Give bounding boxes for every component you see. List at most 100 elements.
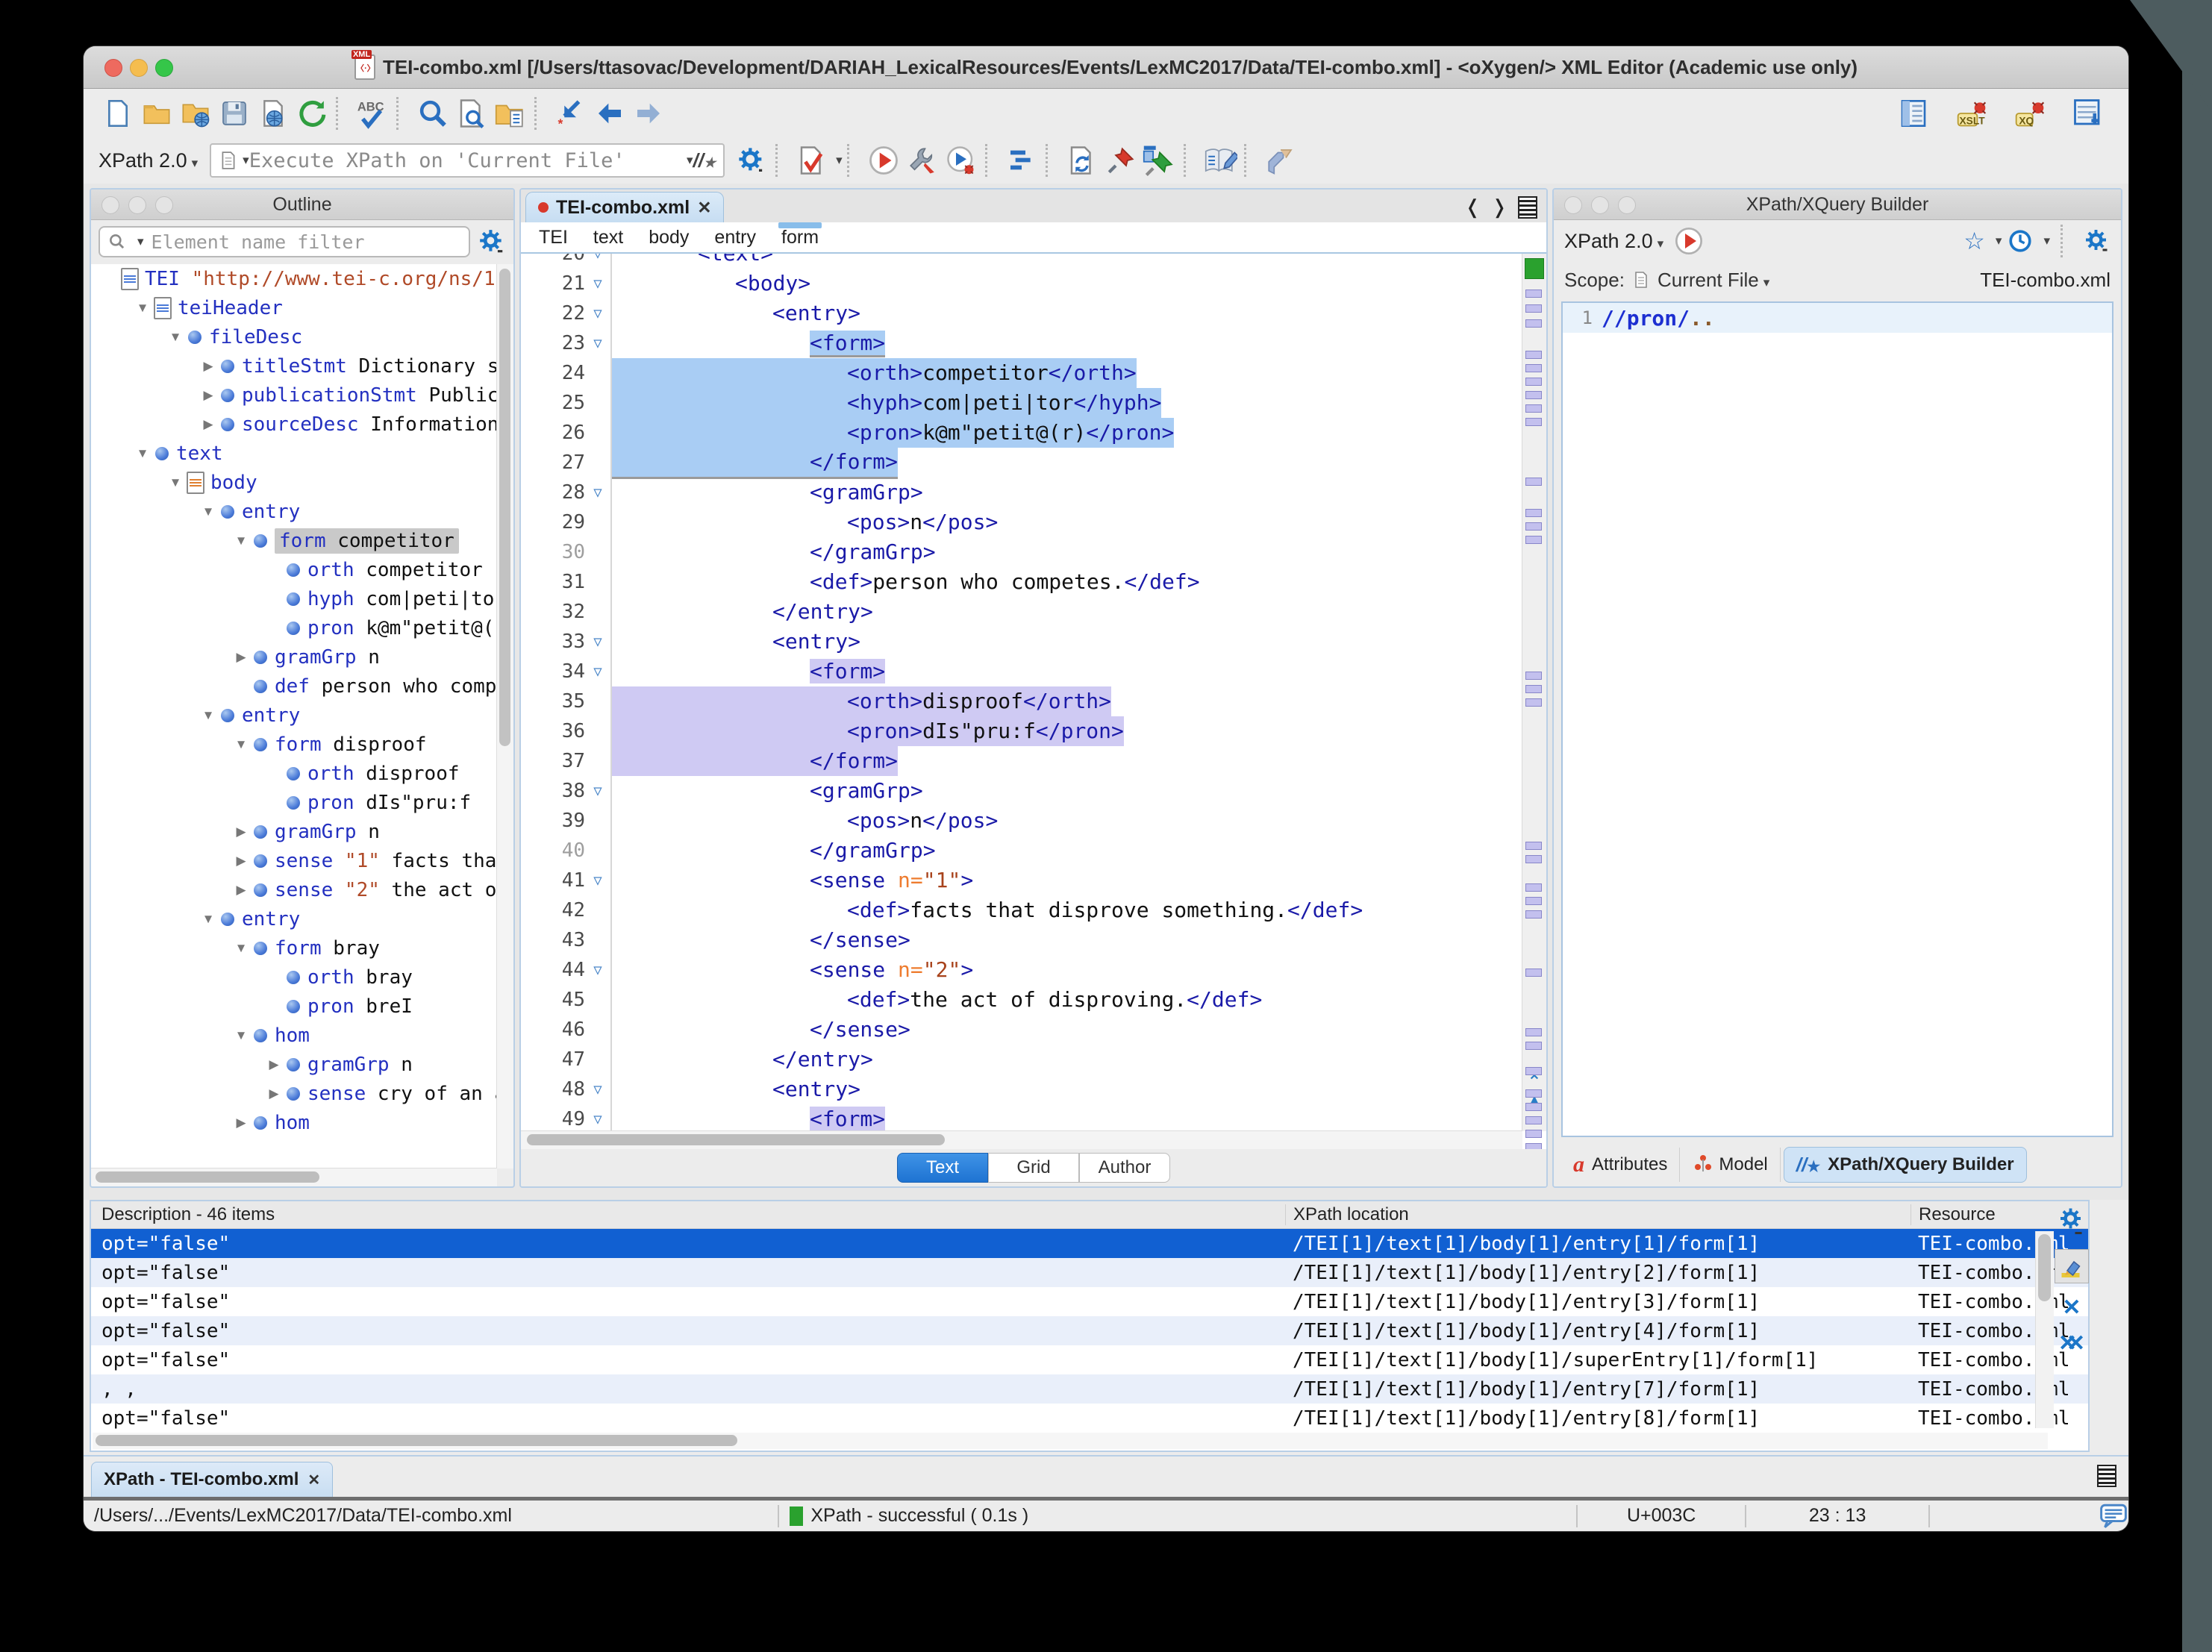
code-line[interactable]: 25 <hyph>com|peti|tor</hyph> [521, 388, 1522, 418]
result-marker[interactable] [1525, 897, 1542, 905]
outline-panel-header[interactable]: Outline [91, 190, 513, 220]
results-horizontal-scrollbar[interactable] [93, 1433, 2048, 1449]
builder-panel-header[interactable]: XPath/XQuery Builder [1554, 190, 2121, 220]
fold-toggle-icon[interactable]: ▽ [585, 783, 610, 799]
outline-tree-item[interactable]: ▶ sourceDesc Information [91, 410, 497, 439]
code-line[interactable]: 44 ▽ <sense n="2"> [521, 955, 1522, 985]
result-marker[interactable] [1525, 1130, 1542, 1138]
breadcrumb-item-body[interactable]: body [649, 227, 689, 248]
outline-tree-item[interactable]: orth bray [91, 963, 497, 992]
xpath-settings-button[interactable] [732, 141, 771, 180]
remove-result-button[interactable]: ✕ [2062, 1297, 2081, 1319]
results-vertical-scrollbar[interactable] [2035, 1231, 2054, 1428]
tab-xpath-builder[interactable]: //★ XPath/XQuery Builder [1783, 1147, 2027, 1183]
find-resource-button[interactable] [491, 94, 530, 133]
builder-version-dropdown[interactable]: XPath 2.0 ▾ [1564, 230, 1663, 253]
configure-transformation-button[interactable] [903, 141, 942, 180]
outline-tree-item[interactable]: ▼ entry [91, 904, 497, 933]
result-marker[interactable] [1525, 883, 1542, 892]
outline-tree-item[interactable]: ▶ sense "2" the act of [91, 875, 497, 904]
result-marker[interactable] [1525, 1103, 1542, 1111]
collapse-icon[interactable]: ▼ [230, 941, 252, 956]
expand-icon[interactable]: ▶ [197, 359, 219, 374]
outline-tree-item[interactable]: ▼ teiHeader [91, 293, 497, 322]
fold-toggle-icon[interactable]: ▽ [585, 335, 610, 351]
fold-toggle-icon[interactable]: ▽ [585, 663, 610, 680]
fold-toggle-icon[interactable]: ▽ [585, 275, 610, 292]
edit-scenario-button[interactable] [1201, 141, 1240, 180]
mode-author-button[interactable]: Author [1079, 1153, 1170, 1183]
validate-button[interactable] [793, 141, 831, 180]
result-row[interactable]: , , /TEI[1]/text[1]/body[1]/entry[7]/form… [91, 1374, 2088, 1404]
outline-tree-item[interactable]: ▼ fileDesc [91, 322, 497, 351]
back-button[interactable] [590, 94, 629, 133]
outline-horizontal-scrollbar[interactable] [91, 1168, 497, 1186]
open-file-button[interactable] [137, 94, 176, 133]
collapse-icon[interactable]: ▼ [230, 737, 252, 752]
code-line[interactable]: 38 ▽ <gramGrp> [521, 776, 1522, 806]
result-row[interactable]: opt="false" /TEI[1]/text[1]/body[1]/entry… [91, 1316, 2088, 1345]
result-marker[interactable] [1525, 536, 1542, 544]
attach-view-button[interactable] [2069, 94, 2108, 133]
refresh-references-button[interactable] [1063, 141, 1102, 180]
code-line[interactable]: 36 <pron>dIs"pru:f</pron> [521, 716, 1522, 746]
collapse-icon[interactable]: ▼ [197, 912, 219, 927]
mode-grid-button[interactable]: Grid [988, 1153, 1079, 1183]
fold-toggle-icon[interactable]: ▽ [585, 872, 610, 889]
pin-list-button[interactable] [1140, 141, 1179, 180]
code-line[interactable]: 23 ▽ <form> [521, 328, 1522, 358]
code-line[interactable]: 32 </entry> [521, 597, 1522, 627]
breadcrumb-item-text[interactable]: text [593, 227, 623, 248]
open-url-button[interactable] [176, 94, 215, 133]
outline-tree-item[interactable]: ▼ entry [91, 497, 497, 526]
outline-tree-item[interactable]: ▶ hom [91, 1108, 497, 1137]
xpath-version-dropdown[interactable]: XPath 2.0 ▾ [99, 149, 198, 172]
result-marker[interactable] [1525, 290, 1542, 298]
close-tab-icon[interactable]: ✕ [697, 198, 711, 218]
scope-value-dropdown[interactable]: Current File ▾ [1658, 269, 1769, 292]
outline-tree-item[interactable]: ▼ form disproof [91, 730, 497, 759]
outline-tree-item[interactable]: ▼ entry [91, 701, 497, 730]
format-indent-button[interactable] [1002, 141, 1041, 180]
close-tab-icon[interactable]: ✕ [307, 1471, 320, 1489]
debug-scenario-button[interactable] [942, 141, 981, 180]
new-document-button[interactable] [99, 94, 137, 133]
tab-model[interactable]: Model [1683, 1148, 1781, 1182]
outline-tree-item[interactable]: ▶ gramGrp n [91, 642, 497, 672]
results-settings-button[interactable] [2058, 1206, 2085, 1236]
highlight-results-button[interactable] [2055, 1249, 2089, 1283]
outline-tree-item[interactable]: def person who compe [91, 672, 497, 701]
code-line[interactable]: 43 </sense> [521, 925, 1522, 955]
outline-tree-item[interactable]: orth competitor [91, 555, 497, 584]
xpath-expression-combo[interactable]: ▾ Execute XPath on 'Current File' ▾ //★ [210, 143, 725, 178]
outline-tree-item[interactable]: orth disproof [91, 759, 497, 788]
code-line[interactable]: 49 ▽ <form> [521, 1104, 1522, 1131]
builder-settings-button[interactable] [2084, 228, 2111, 254]
outline-tree-item[interactable]: ▼ form competitor [91, 526, 497, 555]
debug-xslt-button[interactable]: XSLT [1952, 94, 1991, 133]
xpath-expression-editor[interactable]: 1 //pron/ .. [1561, 301, 2113, 1137]
feedback-bubble-icon[interactable] [2099, 1503, 2128, 1530]
code-area[interactable]: 20▽<text>21▽<body>22▽<entry>23▽<form>24<… [521, 254, 1522, 1131]
view-list-icon[interactable] [2097, 1465, 2116, 1487]
scroll-tabs-right-icon[interactable]: ❭ [1491, 195, 1508, 219]
outline-tree-item[interactable]: ▼ form bray [91, 933, 497, 963]
result-marker[interactable] [1525, 364, 1542, 372]
outline-vertical-scrollbar[interactable] [496, 264, 513, 1168]
filter-button[interactable] [1261, 141, 1300, 180]
outline-tree-item[interactable]: pron breI [91, 992, 497, 1021]
element-filter-box[interactable]: ▾ [99, 226, 470, 257]
outline-tree-item[interactable]: ▼ hom [91, 1021, 497, 1050]
expand-icon[interactable]: ▶ [263, 1086, 285, 1101]
collapse-icon[interactable]: ▼ [197, 504, 219, 519]
outline-tree-item[interactable]: pron dIs"pru:f [91, 788, 497, 817]
code-line[interactable]: 26 <pron>k@m"petit@(r)</pron> [521, 418, 1522, 448]
code-line[interactable]: 24 <orth>competitor</orth> [521, 358, 1522, 388]
breadcrumb-item-entry[interactable]: entry [714, 227, 756, 248]
fold-toggle-icon[interactable]: ▽ [585, 484, 610, 501]
result-row[interactable]: opt="false" /TEI[1]/text[1]/body[1]/entry… [91, 1404, 2088, 1433]
outline-settings-button[interactable] [478, 228, 506, 256]
collapse-icon[interactable]: ▼ [164, 475, 187, 490]
validate-dropdown[interactable]: ▾ [836, 153, 843, 168]
outline-tree-item[interactable]: ▶ gramGrp n [91, 817, 497, 846]
